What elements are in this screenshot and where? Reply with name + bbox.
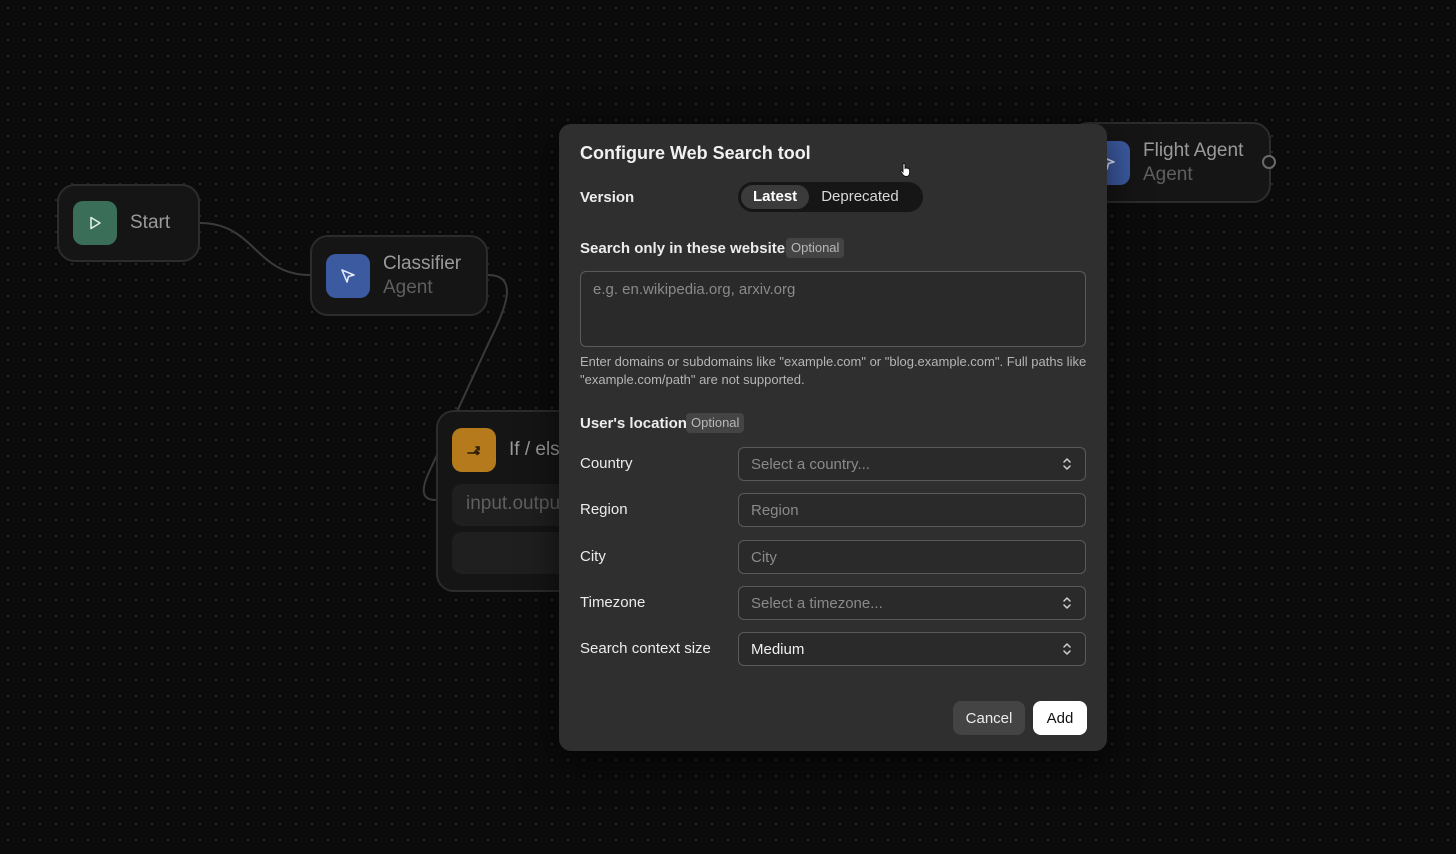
city-field [738,540,1086,574]
play-icon [73,201,117,245]
configure-web-search-dialog: Configure Web Search tool Version Latest… [559,124,1107,751]
country-select-value: Select a country... [751,455,870,473]
cursor-arrow-icon [326,253,370,298]
context-size-value: Medium [751,640,805,658]
location-label: User's location [580,415,687,432]
version-option-deprecated[interactable]: Deprecated [809,185,911,209]
node-start[interactable]: Start [57,184,200,262]
websites-help-text: Enter domains or subdomains like "exampl… [580,354,1087,387]
country-select[interactable]: Select a country... [738,447,1086,481]
chevron-up-down-icon [1063,597,1071,609]
chevron-up-down-icon [1063,643,1071,655]
city-label: City [580,548,606,565]
node-classifier-agent[interactable]: Classifier Agent [310,235,488,316]
node-start-title: Start [130,212,171,233]
node-classifier-title: Classifier [383,252,462,274]
cancel-button[interactable]: Cancel [953,701,1025,735]
version-segmented-control: Latest Deprecated [738,182,923,212]
node-flight-output-handle[interactable] [1262,155,1276,169]
region-field [738,493,1086,527]
node-flight-title: Flight Agent [1143,139,1244,161]
node-flight-subtitle: Agent [1143,163,1193,185]
region-input[interactable] [751,501,1073,519]
add-button[interactable]: Add [1033,701,1087,735]
context-size-label: Search context size [580,640,711,657]
location-optional-badge: Optional [686,413,745,433]
edge-start-classifier [199,222,311,276]
websites-input[interactable] [580,271,1086,347]
version-option-latest[interactable]: Latest [741,185,810,209]
websites-optional-badge: Optional [786,238,845,258]
context-size-select[interactable]: Medium [738,632,1086,666]
timezone-select-value: Select a timezone... [751,594,883,612]
chevron-up-down-icon [1063,458,1071,470]
branch-icon [452,428,496,472]
hand-pointer-icon [900,163,911,177]
websites-label: Search only in these websites [580,240,794,257]
city-input[interactable] [751,548,1073,566]
region-label: Region [580,501,628,518]
timezone-label: Timezone [580,594,646,611]
timezone-select[interactable]: Select a timezone... [738,586,1086,620]
country-label: Country [580,455,633,472]
dialog-title: Configure Web Search tool [580,143,811,163]
node-classifier-subtitle: Agent [383,276,433,298]
version-label: Version [580,189,635,206]
